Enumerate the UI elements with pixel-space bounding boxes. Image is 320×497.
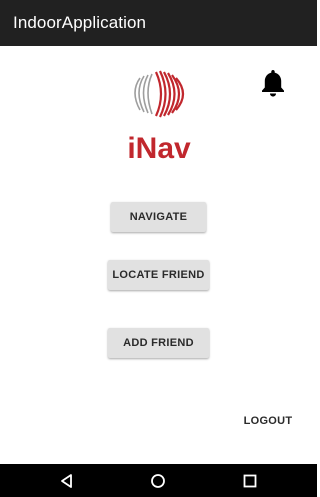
logo-wordmark: iNav bbox=[127, 132, 191, 165]
app-bar: IndoorApplication bbox=[0, 0, 317, 46]
locate-friend-button[interactable]: LOCATE FRIEND bbox=[108, 260, 209, 290]
main-content: iNav NAVIGATE LOCATE FRIEND ADD FRIEND L… bbox=[0, 46, 317, 464]
logout-button[interactable]: LOGOUT bbox=[240, 412, 296, 430]
home-circle-icon[interactable] bbox=[149, 473, 167, 489]
inav-logo-graphic: iNav bbox=[127, 70, 191, 165]
inav-logo: iNav bbox=[92, 54, 226, 178]
add-friend-button[interactable]: ADD FRIEND bbox=[108, 328, 209, 358]
bell-icon[interactable] bbox=[259, 68, 287, 98]
back-triangle-icon[interactable] bbox=[58, 473, 76, 489]
system-navigation-bar bbox=[0, 464, 317, 497]
navigate-button[interactable]: NAVIGATE bbox=[111, 202, 206, 232]
app-title: IndoorApplication bbox=[13, 13, 147, 32]
recents-square-icon[interactable] bbox=[241, 473, 259, 489]
